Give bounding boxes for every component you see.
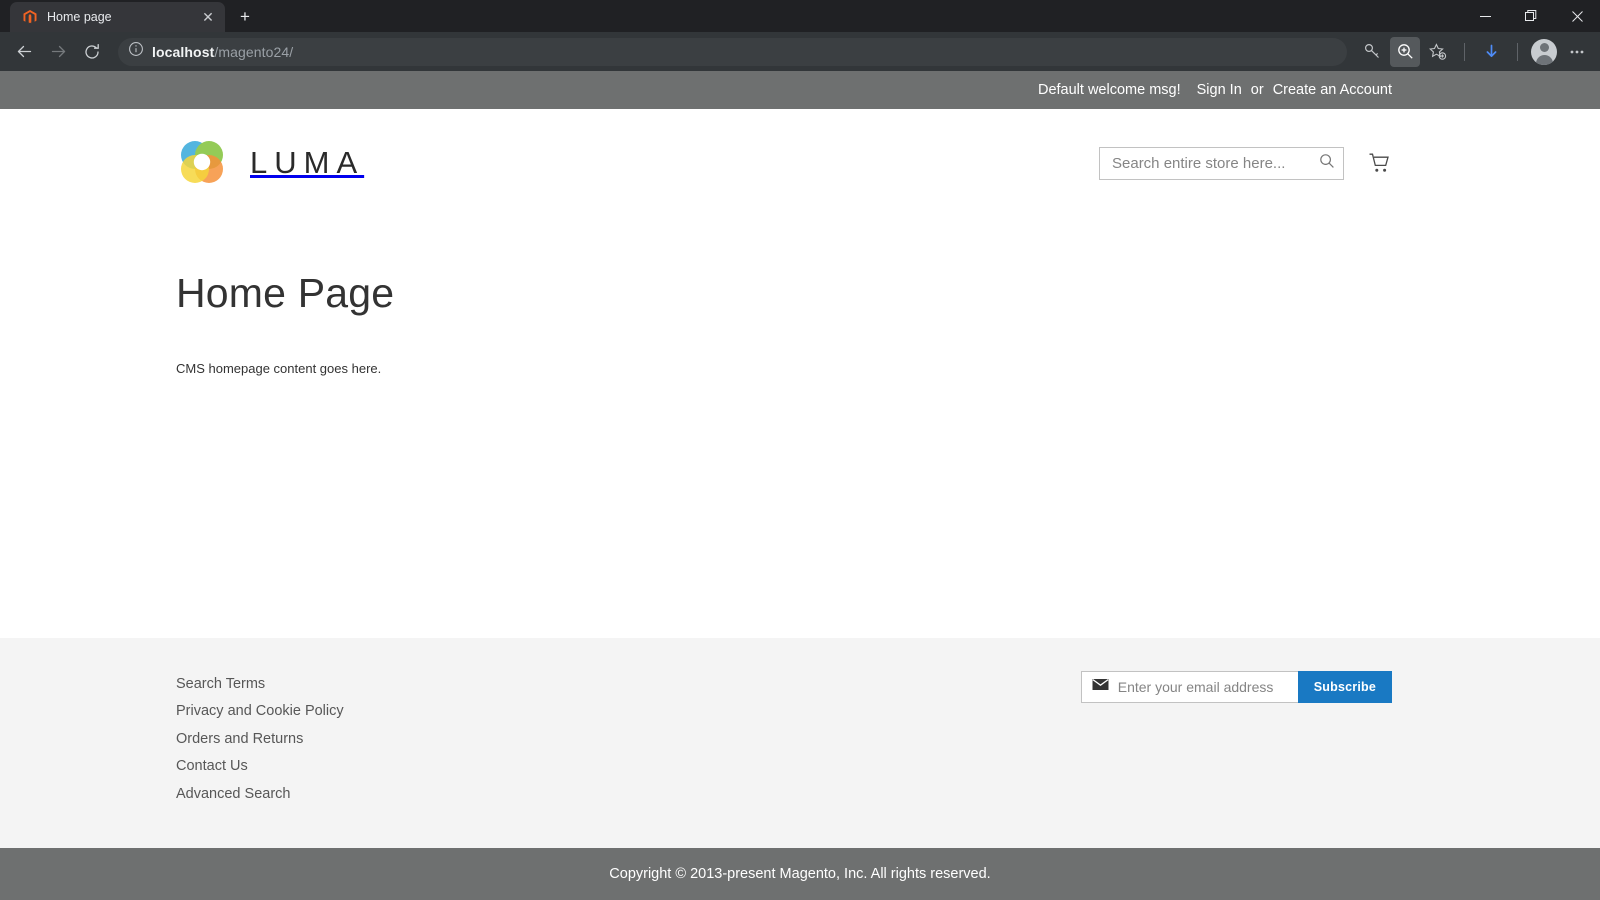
browser-tab[interactable]: Home page ✕ [10, 2, 225, 32]
or-separator: or [1251, 82, 1264, 98]
url-path: /magento24/ [214, 44, 293, 60]
tab-title: Home page [47, 10, 190, 24]
page-viewport: Default welcome msg! Sign In or Create a… [0, 71, 1600, 900]
search-icon[interactable] [1319, 153, 1335, 174]
profile-avatar-icon[interactable] [1529, 37, 1559, 67]
page-content-text: CMS homepage content goes here. [176, 361, 1424, 376]
zoom-in-icon[interactable] [1390, 37, 1420, 67]
create-account-link[interactable]: Create an Account [1273, 82, 1392, 98]
newsletter-field[interactable] [1081, 671, 1298, 703]
info-circle-icon[interactable] [128, 41, 144, 62]
magento-favicon-icon [22, 9, 38, 25]
toolbar-icons [1357, 37, 1592, 67]
browser-window: Home page ✕ + [0, 0, 1600, 900]
forward-button[interactable] [42, 36, 74, 68]
welcome-message: Default welcome msg! [1038, 82, 1181, 98]
store-logo-link[interactable]: LUMA [176, 137, 364, 189]
more-options-icon[interactable] [1562, 37, 1592, 67]
copyright-text: Copyright © 2013-present Magento, Inc. A… [609, 866, 990, 882]
page-title: Home Page [176, 217, 1424, 317]
key-icon[interactable] [1357, 37, 1387, 67]
download-arrow-icon[interactable] [1476, 37, 1506, 67]
back-button[interactable] [8, 36, 40, 68]
address-bar[interactable]: localhost/magento24/ [118, 38, 1347, 66]
newsletter-email-input[interactable] [1118, 679, 1299, 695]
avatar [1531, 39, 1557, 65]
avatar-head [1540, 43, 1549, 52]
page-main: Home Page CMS homepage content goes here… [0, 217, 1600, 638]
footer-links: Search Terms Privacy and Cookie Policy O… [176, 671, 344, 809]
subscribe-button[interactable]: Subscribe [1298, 671, 1392, 703]
url-host: localhost [152, 44, 214, 60]
header-actions [1099, 147, 1392, 180]
luma-logo-icon [176, 137, 228, 189]
maximize-restore-button[interactable] [1508, 0, 1554, 32]
newsletter-form: Subscribe [1081, 671, 1392, 703]
minimize-button[interactable] [1462, 0, 1508, 32]
reload-button[interactable] [76, 36, 108, 68]
search-input[interactable] [1112, 155, 1319, 172]
sign-in-link[interactable]: Sign In [1197, 82, 1242, 98]
logo-text: LUMA [250, 145, 364, 181]
new-tab-button[interactable]: + [231, 3, 259, 31]
browser-toolbar: localhost/magento24/ [0, 32, 1600, 71]
footer-link-orders-returns[interactable]: Orders and Returns [176, 726, 344, 754]
footer-link-privacy-policy[interactable]: Privacy and Cookie Policy [176, 698, 344, 726]
store-header: LUMA [0, 109, 1600, 217]
close-window-button[interactable] [1554, 0, 1600, 32]
favorite-star-icon[interactable] [1423, 37, 1453, 67]
footer-link-advanced-search[interactable]: Advanced Search [176, 781, 344, 809]
copyright-bar: Copyright © 2013-present Magento, Inc. A… [0, 848, 1600, 900]
avatar-body [1536, 55, 1553, 65]
window-controls [1462, 0, 1600, 32]
shopping-cart-icon[interactable] [1366, 150, 1392, 176]
url-text: localhost/magento24/ [152, 44, 1341, 60]
page-footer: Search Terms Privacy and Cookie Policy O… [0, 638, 1600, 849]
envelope-icon [1092, 678, 1109, 696]
tab-close-icon[interactable]: ✕ [199, 8, 217, 26]
toolbar-divider-2 [1517, 43, 1518, 61]
search-box[interactable] [1099, 147, 1344, 180]
toolbar-divider [1464, 43, 1465, 61]
browser-titlebar: Home page ✕ + [0, 0, 1600, 32]
welcome-panel: Default welcome msg! Sign In or Create a… [0, 71, 1600, 109]
footer-link-search-terms[interactable]: Search Terms [176, 671, 344, 699]
footer-link-contact-us[interactable]: Contact Us [176, 753, 344, 781]
